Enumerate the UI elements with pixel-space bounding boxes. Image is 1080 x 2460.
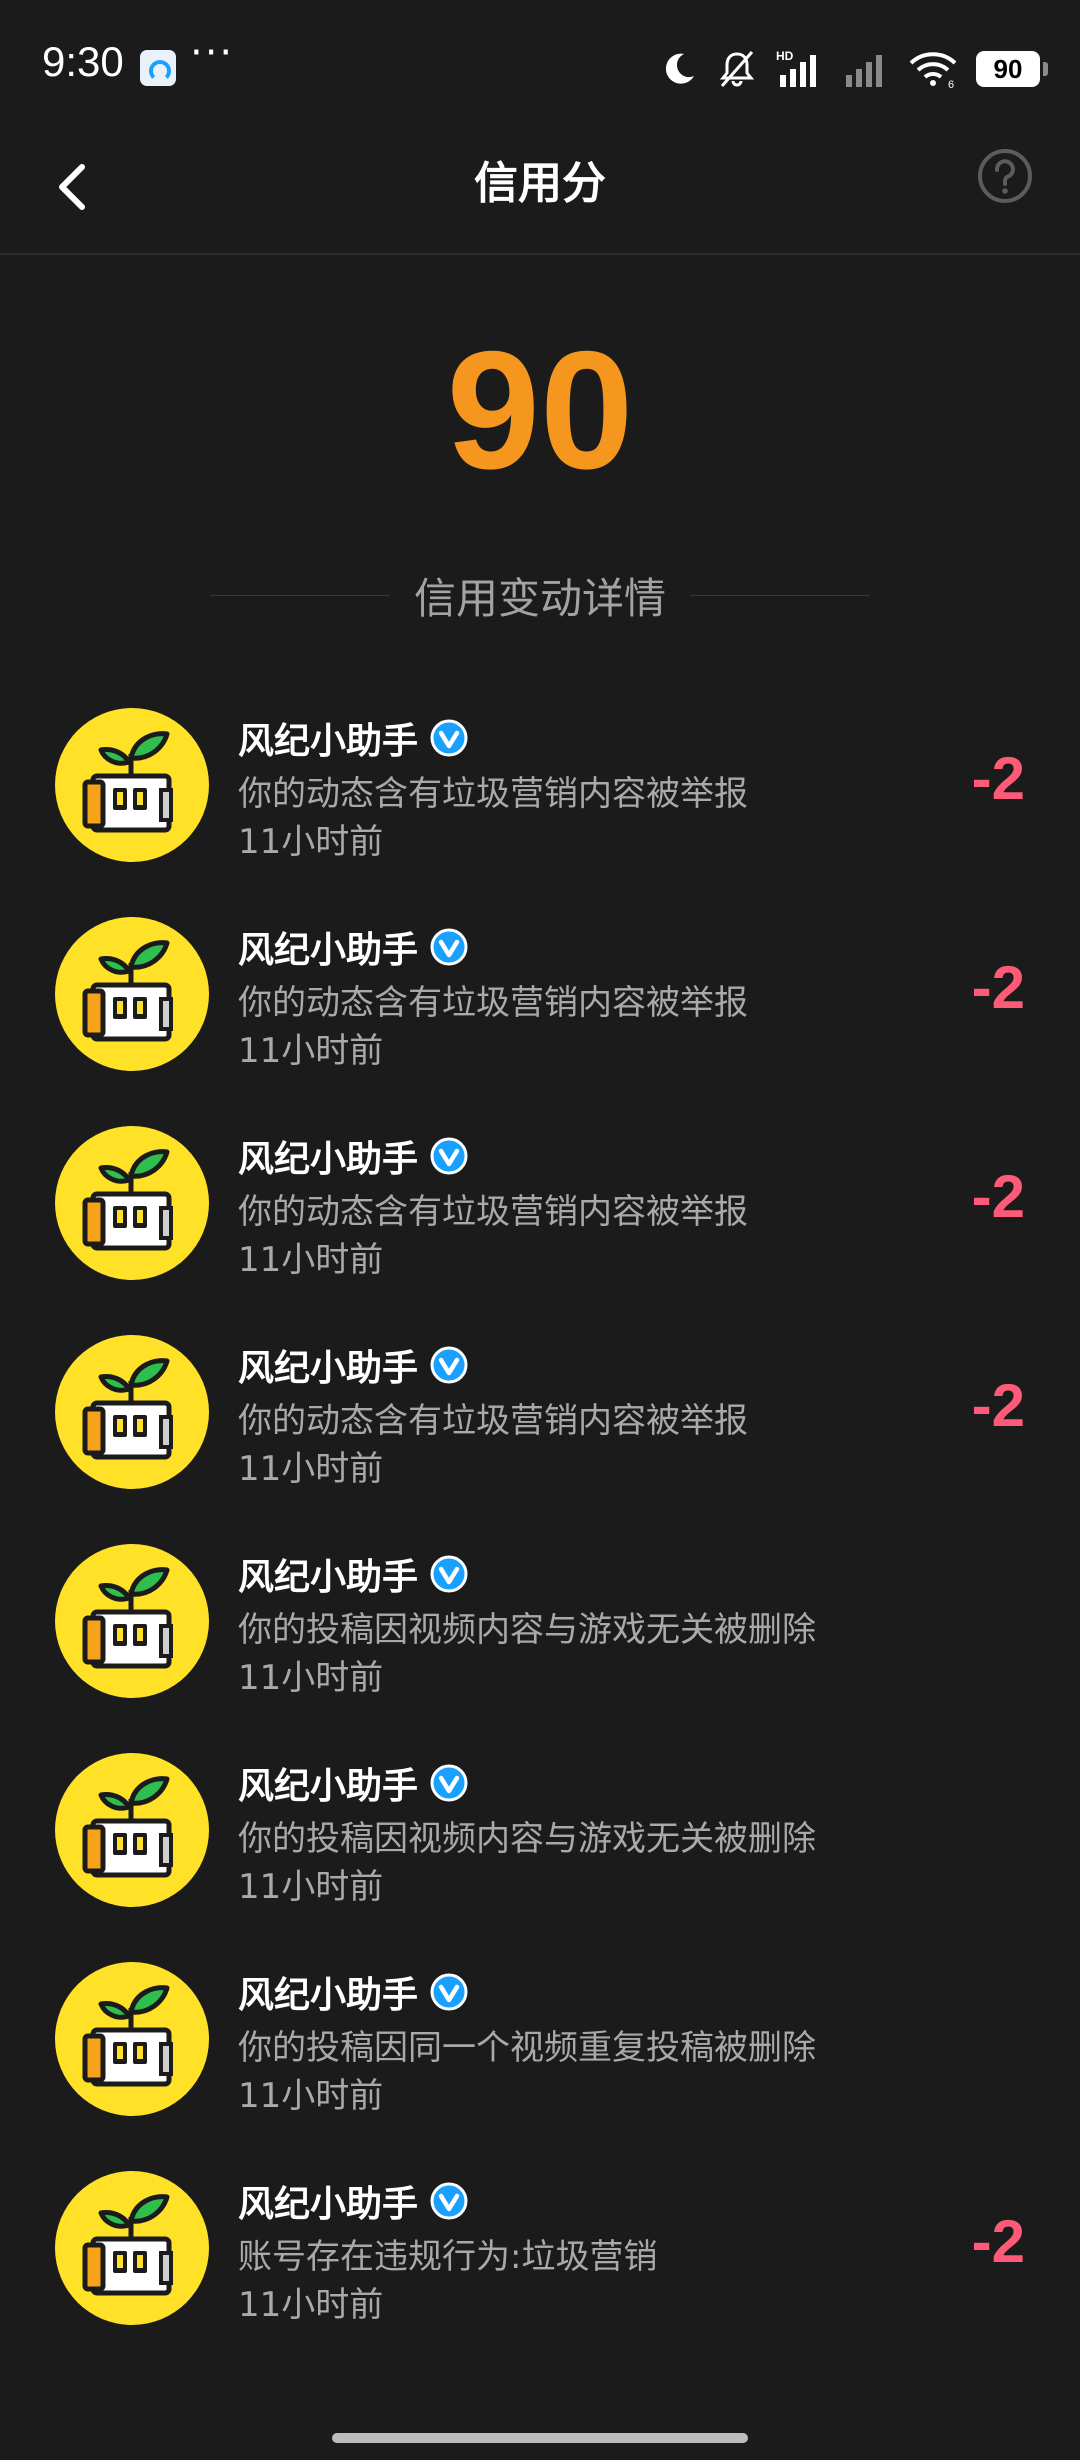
credit-record-item[interactable]: 风纪小助手 你的投稿因同一个视频重复投稿被删除 11小时前 [0, 1954, 1080, 2163]
page-title: 信用分 [474, 158, 606, 209]
record-description: 你的动态含有垃圾营销内容被举报 [238, 774, 748, 814]
record-time: 11小时前 [238, 822, 384, 862]
avatar [55, 1335, 209, 1489]
credit-score: 90 [446, 316, 634, 504]
wifi-icon: 6 [909, 52, 957, 89]
credit-record-item[interactable]: 风纪小助手 你的动态含有垃圾营销内容被举报 11小时前 -2 [0, 1118, 1080, 1327]
help-button[interactable] [976, 147, 1034, 205]
score-change: -2 [971, 1372, 1025, 1439]
verified-badge-icon [430, 719, 468, 757]
credit-record-list: 风纪小助手 你的动态含有垃圾营销内容被举报 11小时前 -2 风纪小助手 你的动… [0, 700, 1080, 2372]
signal-hd-icon: HD [776, 49, 816, 87]
score-change: -2 [971, 1163, 1025, 1230]
divider-right [690, 594, 871, 596]
app-notification-icon [140, 50, 176, 86]
record-description: 账号存在违规行为:垃圾营销 [238, 2237, 658, 2277]
record-name-row: 风纪小助手 [238, 921, 468, 973]
score-change: -2 [971, 954, 1025, 1021]
record-time: 11小时前 [238, 2285, 384, 2325]
verified-badge-icon [430, 928, 468, 966]
credit-record-item[interactable]: 风纪小助手 你的投稿因视频内容与游戏无关被删除 11小时前 [0, 1536, 1080, 1745]
record-name-row: 风纪小助手 [238, 1339, 468, 1391]
robot-sprout-icon [82, 1358, 173, 1460]
section-header: 信用变动详情 [210, 565, 871, 625]
record-description: 你的投稿因视频内容与游戏无关被删除 [238, 1610, 816, 1650]
record-name-row: 风纪小助手 [238, 1130, 468, 1182]
moon-icon [665, 53, 694, 84]
credit-record-item[interactable]: 风纪小助手 你的投稿因视频内容与游戏无关被删除 11小时前 [0, 1745, 1080, 1954]
record-name-row: 风纪小助手 [238, 1548, 468, 1600]
record-time: 11小时前 [238, 1449, 384, 1489]
record-description: 你的动态含有垃圾营销内容被举报 [238, 983, 748, 1023]
record-name: 风纪小助手 [238, 1348, 419, 1389]
avatar [55, 2171, 209, 2325]
status-indicators: HD 6 90 [660, 44, 1048, 94]
record-description: 你的动态含有垃圾营销内容被举报 [238, 1192, 748, 1232]
avatar [55, 708, 209, 862]
record-name-row: 风纪小助手 [238, 1757, 468, 1809]
divider-left [210, 594, 390, 596]
record-name: 风纪小助手 [238, 2184, 419, 2225]
record-name-row: 风纪小助手 [238, 2175, 468, 2227]
robot-sprout-icon [82, 731, 173, 833]
robot-sprout-icon [82, 1985, 173, 2087]
record-name-row: 风纪小助手 [238, 712, 468, 764]
record-description: 你的动态含有垃圾营销内容被举报 [238, 1401, 748, 1441]
record-time: 11小时前 [238, 1867, 384, 1907]
question-circle-icon [978, 149, 1032, 203]
record-description: 你的投稿因同一个视频重复投稿被删除 [238, 2028, 816, 2068]
record-name: 风纪小助手 [238, 1557, 419, 1598]
more-notifications-icon: ··· [190, 30, 235, 76]
record-time: 11小时前 [238, 1031, 384, 1071]
battery-indicator: 90 [976, 51, 1048, 87]
status-time: 9:30 [42, 38, 124, 85]
robot-sprout-icon [82, 1776, 173, 1878]
record-name-row: 风纪小助手 [238, 1966, 468, 2018]
avatar [55, 1126, 209, 1280]
credit-record-item[interactable]: 风纪小助手 你的动态含有垃圾营销内容被举报 11小时前 -2 [0, 909, 1080, 1118]
status-bar: 9:30 ··· HD 6 90 [0, 0, 1080, 135]
record-description: 你的投稿因视频内容与游戏无关被删除 [238, 1819, 816, 1859]
record-name: 风纪小助手 [238, 1766, 419, 1807]
credit-record-item[interactable]: 风纪小助手 你的动态含有垃圾营销内容被举报 11小时前 -2 [0, 700, 1080, 909]
record-name: 风纪小助手 [238, 1139, 419, 1180]
verified-badge-icon [430, 1555, 468, 1593]
robot-sprout-icon [82, 1567, 173, 1669]
section-title: 信用变动详情 [414, 573, 667, 623]
verified-badge-icon [430, 1973, 468, 2011]
verified-badge-icon [430, 1764, 468, 1802]
avatar [55, 1753, 209, 1907]
verified-badge-icon [430, 1346, 468, 1384]
record-name: 风纪小助手 [238, 721, 419, 762]
record-time: 11小时前 [238, 1658, 384, 1698]
wifi-label: 6 [948, 79, 954, 89]
record-name: 风纪小助手 [238, 930, 419, 971]
header: 信用分 [0, 135, 1080, 255]
avatar [55, 1544, 209, 1698]
home-indicator[interactable] [332, 2433, 748, 2443]
score-change: -2 [971, 2208, 1025, 2275]
avatar [55, 1962, 209, 2116]
network-label: HD [776, 49, 794, 63]
robot-sprout-icon [82, 2194, 173, 2296]
verified-badge-icon [430, 2182, 468, 2220]
score-change: -2 [971, 745, 1025, 812]
record-name: 风纪小助手 [238, 1975, 419, 2016]
credit-record-item[interactable]: 风纪小助手 你的动态含有垃圾营销内容被举报 11小时前 -2 [0, 1327, 1080, 1536]
credit-record-item[interactable]: 风纪小助手 账号存在违规行为:垃圾营销 11小时前 -2 [0, 2163, 1080, 2372]
robot-sprout-icon [82, 1149, 173, 1251]
signal-weak-icon [846, 55, 882, 87]
record-time: 11小时前 [238, 2076, 384, 2116]
robot-sprout-icon [82, 940, 173, 1042]
record-time: 11小时前 [238, 1240, 384, 1280]
verified-badge-icon [430, 1137, 468, 1175]
avatar [55, 917, 209, 1071]
mute-bell-icon [719, 51, 755, 87]
